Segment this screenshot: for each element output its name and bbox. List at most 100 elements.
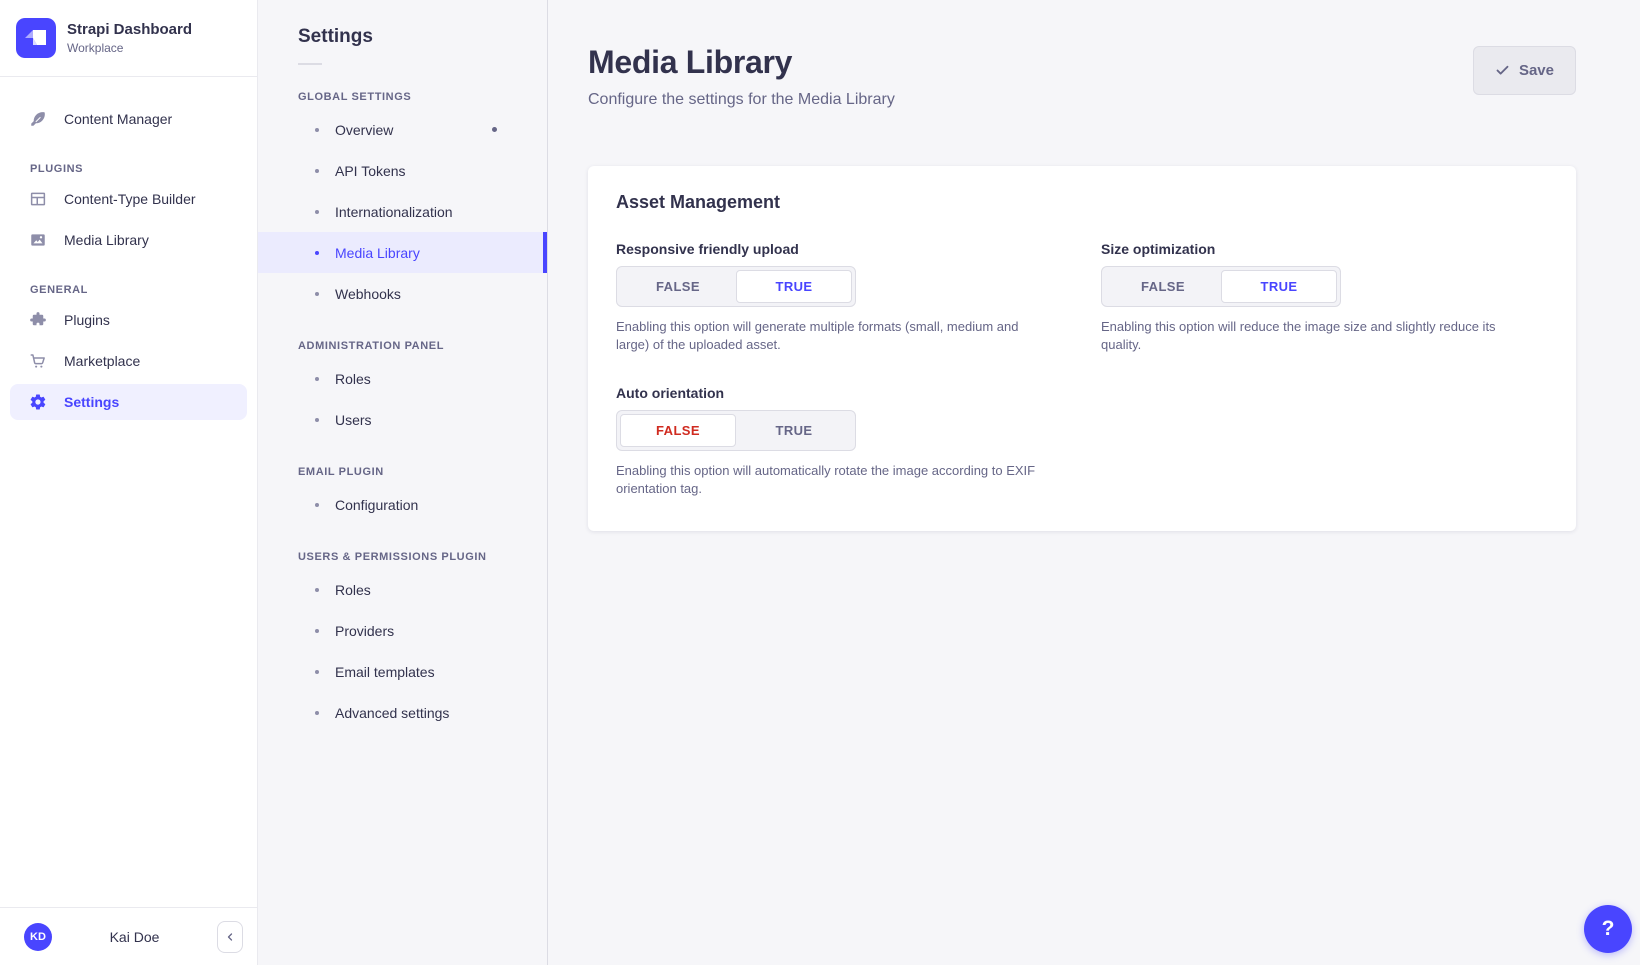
toggle-option-false[interactable]: FALSE bbox=[620, 270, 736, 303]
sidebar-user-area: KD Kai Doe bbox=[0, 907, 257, 965]
page-title: Media Library bbox=[588, 44, 895, 81]
toggle-option-true[interactable]: TRUE bbox=[736, 270, 852, 303]
divider bbox=[298, 63, 322, 65]
sidebar-item-content-type-builder[interactable]: Content-Type Builder bbox=[10, 181, 247, 217]
auto-orientation-toggle[interactable]: FALSE TRUE bbox=[616, 410, 856, 451]
subnav-item-label: Media Library bbox=[335, 245, 420, 261]
bullet-icon bbox=[315, 210, 319, 214]
subnav-item-media-library[interactable]: Media Library bbox=[258, 232, 547, 273]
bullet-icon bbox=[315, 588, 319, 592]
subnav-item-email-templates[interactable]: Email templates bbox=[258, 651, 547, 692]
sidebar-item-label: Settings bbox=[64, 394, 119, 410]
subnav-item-providers[interactable]: Providers bbox=[258, 610, 547, 651]
bullet-icon bbox=[315, 503, 319, 507]
save-button[interactable]: Save bbox=[1473, 46, 1576, 95]
bullet-icon bbox=[315, 169, 319, 173]
sidebar-item-label: Plugins bbox=[64, 312, 110, 328]
subnav-item-label: Webhooks bbox=[335, 286, 401, 302]
field-label: Size optimization bbox=[1101, 241, 1544, 257]
subnav-item-label: Configuration bbox=[335, 497, 418, 513]
subnav-section-global-settings: GLOBAL SETTINGS bbox=[258, 91, 547, 103]
sidebar-item-content-manager[interactable]: Content Manager bbox=[10, 101, 247, 137]
save-button-label: Save bbox=[1519, 62, 1554, 79]
subnav-item-label: API Tokens bbox=[335, 163, 406, 179]
nav-section-general: GENERAL bbox=[30, 284, 257, 296]
field-label: Auto orientation bbox=[616, 385, 1059, 401]
sidebar-item-label: Marketplace bbox=[64, 353, 140, 369]
user-name: Kai Doe bbox=[52, 929, 217, 945]
sidebar-item-plugins[interactable]: Plugins bbox=[10, 302, 247, 338]
page-header: Media Library Configure the settings for… bbox=[588, 44, 1576, 109]
settings-subnav: Settings GLOBAL SETTINGS Overview API To… bbox=[258, 0, 548, 965]
help-button[interactable]: ? bbox=[1584, 905, 1632, 953]
field-description: Enabling this option will reduce the ima… bbox=[1101, 318, 1521, 355]
subnav-item-api-tokens[interactable]: API Tokens bbox=[258, 150, 547, 191]
toggle-option-true[interactable]: TRUE bbox=[1221, 270, 1337, 303]
picture-icon bbox=[29, 231, 47, 249]
notification-dot bbox=[492, 127, 497, 132]
subnav-item-label: Users bbox=[335, 412, 372, 428]
bullet-icon bbox=[315, 418, 319, 422]
nav-section-plugins: PLUGINS bbox=[30, 163, 257, 175]
subnav-item-up-roles[interactable]: Roles bbox=[258, 569, 547, 610]
bullet-icon bbox=[315, 128, 319, 132]
field-responsive-friendly-upload: Responsive friendly upload FALSE TRUE En… bbox=[616, 241, 1059, 355]
bullet-icon bbox=[315, 629, 319, 633]
layout-grid-icon bbox=[29, 190, 47, 208]
size-optimization-toggle[interactable]: FALSE TRUE bbox=[1101, 266, 1341, 307]
field-description: Enabling this option will generate multi… bbox=[616, 318, 1036, 355]
field-auto-orientation: Auto orientation FALSE TRUE Enabling thi… bbox=[616, 385, 1059, 499]
subnav-item-webhooks[interactable]: Webhooks bbox=[258, 273, 547, 314]
subnav-item-label: Roles bbox=[335, 582, 371, 598]
sidebar-item-marketplace[interactable]: Marketplace bbox=[10, 343, 247, 379]
card-title: Asset Management bbox=[616, 192, 1544, 213]
workspace-switcher[interactable]: Strapi Dashboard Workplace bbox=[0, 0, 257, 77]
sidebar-item-media-library[interactable]: Media Library bbox=[10, 222, 247, 258]
subnav-item-roles[interactable]: Roles bbox=[258, 358, 547, 399]
bullet-icon bbox=[315, 670, 319, 674]
field-label: Responsive friendly upload bbox=[616, 241, 1059, 257]
sidebar-item-label: Content Manager bbox=[64, 111, 172, 127]
subnav-item-label: Roles bbox=[335, 371, 371, 387]
subnav-item-label: Overview bbox=[335, 122, 393, 138]
workspace-subtitle: Workplace bbox=[67, 41, 192, 55]
subnav-section-email-plugin: EMAIL PLUGIN bbox=[258, 466, 547, 478]
subnav-item-advanced-settings[interactable]: Advanced settings bbox=[258, 692, 547, 733]
bullet-icon bbox=[315, 251, 319, 255]
subnav-item-configuration[interactable]: Configuration bbox=[258, 484, 547, 525]
chevron-left-icon bbox=[224, 931, 236, 943]
subnav-item-label: Internationalization bbox=[335, 204, 453, 220]
collapse-sidebar-button[interactable] bbox=[217, 921, 243, 953]
page-subtitle: Configure the settings for the Media Lib… bbox=[588, 91, 895, 109]
subnav-item-users[interactable]: Users bbox=[258, 399, 547, 440]
subnav-item-internationalization[interactable]: Internationalization bbox=[258, 191, 547, 232]
subnav-section-administration-panel: ADMINISTRATION PANEL bbox=[258, 340, 547, 352]
workspace-title: Strapi Dashboard bbox=[67, 21, 192, 40]
bullet-icon bbox=[315, 711, 319, 715]
check-icon bbox=[1495, 63, 1510, 78]
shopping-cart-icon bbox=[29, 352, 47, 370]
strapi-logo-icon bbox=[16, 18, 56, 58]
puzzle-icon bbox=[29, 311, 47, 329]
bullet-icon bbox=[315, 292, 319, 296]
subnav-item-overview[interactable]: Overview bbox=[258, 109, 547, 150]
toggle-option-false[interactable]: FALSE bbox=[1105, 270, 1221, 303]
feather-pen-icon bbox=[29, 110, 47, 128]
toggle-option-true[interactable]: TRUE bbox=[736, 414, 852, 447]
main-nav-list: Content Manager PLUGINS Content-Type Bui… bbox=[0, 77, 257, 420]
subnav-title: Settings bbox=[258, 26, 547, 48]
main-sidebar: Strapi Dashboard Workplace Content Manag… bbox=[0, 0, 258, 965]
subnav-section-users-permissions-plugin: USERS & PERMISSIONS PLUGIN bbox=[258, 551, 547, 563]
gear-icon bbox=[29, 393, 47, 411]
sidebar-item-label: Media Library bbox=[64, 232, 149, 248]
avatar[interactable]: KD bbox=[24, 923, 52, 951]
responsive-friendly-upload-toggle[interactable]: FALSE TRUE bbox=[616, 266, 856, 307]
bullet-icon bbox=[315, 377, 319, 381]
main-content: Media Library Configure the settings for… bbox=[548, 0, 1640, 965]
sidebar-item-label: Content-Type Builder bbox=[64, 191, 196, 207]
asset-management-card: Asset Management Responsive friendly upl… bbox=[588, 166, 1576, 531]
subnav-item-label: Advanced settings bbox=[335, 705, 449, 721]
sidebar-item-settings[interactable]: Settings bbox=[10, 384, 247, 420]
toggle-option-false[interactable]: FALSE bbox=[620, 414, 736, 447]
subnav-item-label: Providers bbox=[335, 623, 394, 639]
